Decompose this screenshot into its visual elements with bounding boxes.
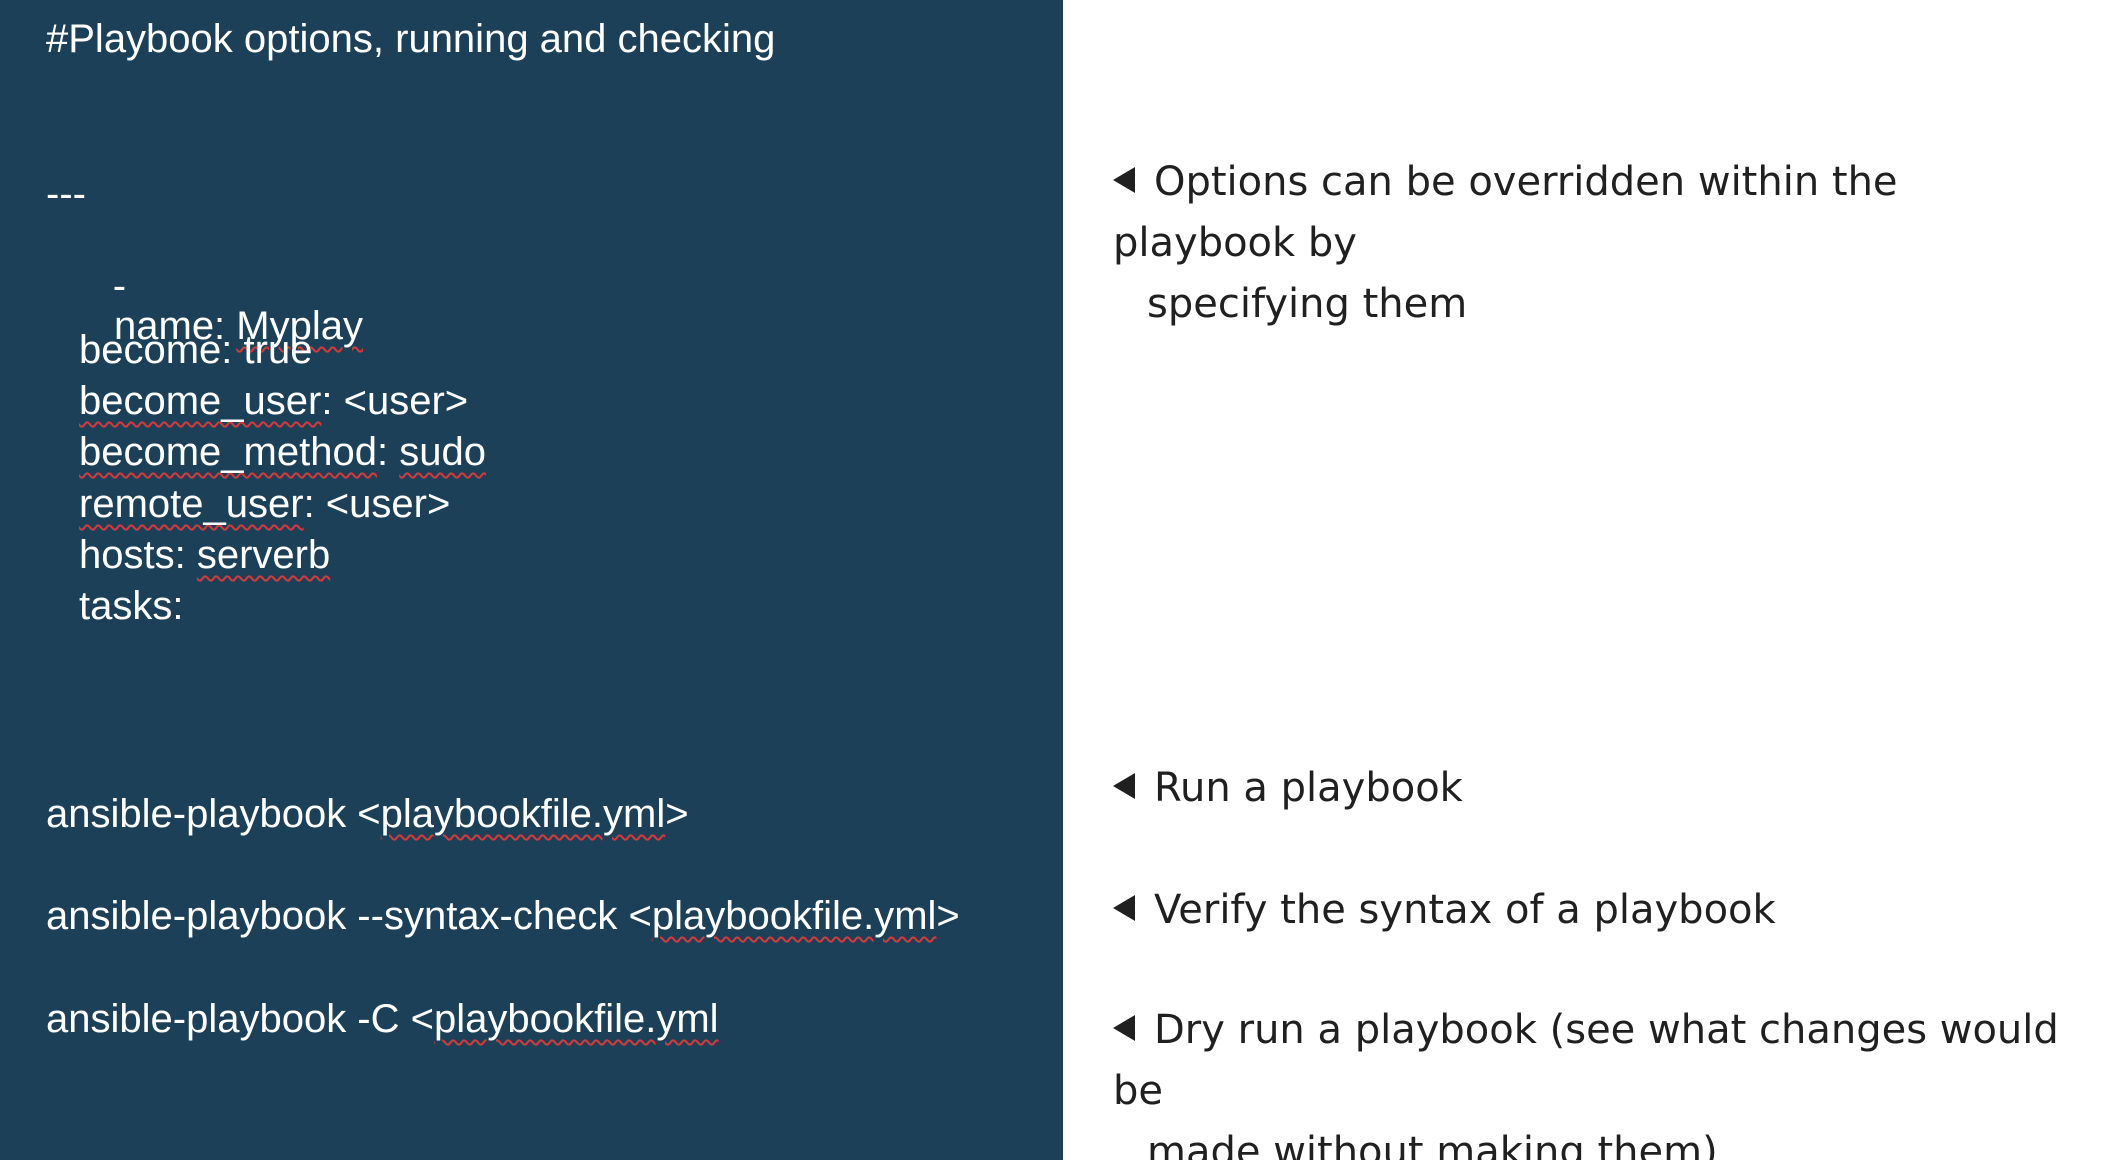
code-panel: #Playbook options, running and checking …: [0, 0, 1063, 1160]
command-syntax-prefix: ansible-playbook --syntax-check <: [46, 894, 652, 938]
note-dryrun-line2: made without making them): [1147, 1129, 1718, 1160]
command-run-suffix: >: [665, 792, 689, 836]
remote-user-value: : <user>: [303, 482, 451, 526]
triangle-left-icon: [1113, 895, 1135, 921]
become-method-separator: :: [376, 430, 400, 474]
note-dryrun-line1: Dry run a playbook (see what changes wou…: [1113, 1007, 2059, 1114]
become-line: become: true: [79, 328, 313, 372]
note-run-text: Run a playbook: [1154, 765, 1463, 811]
triangle-left-icon: [1113, 773, 1135, 799]
become-user-value: : <user>: [321, 379, 469, 423]
triangle-left-icon: [1113, 1015, 1135, 1041]
become-method-key: become_method: [79, 430, 377, 474]
become-method-value: sudo: [399, 430, 486, 474]
remote-user-key: remote_user: [79, 482, 304, 526]
command-syntax-check: ansible-playbook --syntax-check <playboo…: [46, 896, 960, 936]
slide-title: #Playbook options, running and checking: [46, 17, 776, 61]
become-user-key: become_user: [79, 379, 322, 423]
remote-user-line: remote_user: <user>: [79, 484, 450, 524]
hosts-value: serverb: [196, 533, 331, 577]
note-dry-run: Dry run a playbook (see what changes wou…: [1113, 1000, 2083, 1160]
note-options-override: Options can be overridden within the pla…: [1113, 152, 2083, 335]
command-run-prefix: ansible-playbook <: [46, 792, 381, 836]
triangle-left-icon: [1113, 167, 1135, 193]
hosts-line: hosts: serverb: [79, 535, 330, 575]
list-dash: -: [112, 264, 127, 308]
command-check-prefix: ansible-playbook -C <: [46, 997, 434, 1041]
command-run: ansible-playbook <playbookfile.yml>: [46, 794, 689, 834]
command-syntax-suffix: >: [936, 894, 960, 938]
yaml-document-start: ---: [46, 172, 86, 216]
become-method-line: become_method: sudo: [79, 432, 486, 472]
command-dry-run: ansible-playbook -C <playbookfile.yml: [46, 999, 719, 1039]
command-check-file: playbookfile.yml: [434, 997, 719, 1041]
note-override-line2: specifying them: [1147, 281, 1468, 327]
note-run: Run a playbook: [1113, 758, 2083, 819]
note-syntax: Verify the syntax of a playbook: [1113, 880, 2083, 941]
slide: #Playbook options, running and checking …: [0, 0, 2110, 1160]
hosts-key: hosts:: [79, 533, 197, 577]
command-syntax-file: playbookfile.yml: [651, 894, 937, 938]
tasks-line: tasks:: [79, 584, 184, 628]
note-override-line1: Options can be overridden within the pla…: [1113, 159, 1898, 266]
note-syntax-text: Verify the syntax of a playbook: [1154, 887, 1776, 933]
become-user-line: become_user: <user>: [79, 381, 468, 421]
command-run-file: playbookfile.yml: [380, 792, 666, 836]
